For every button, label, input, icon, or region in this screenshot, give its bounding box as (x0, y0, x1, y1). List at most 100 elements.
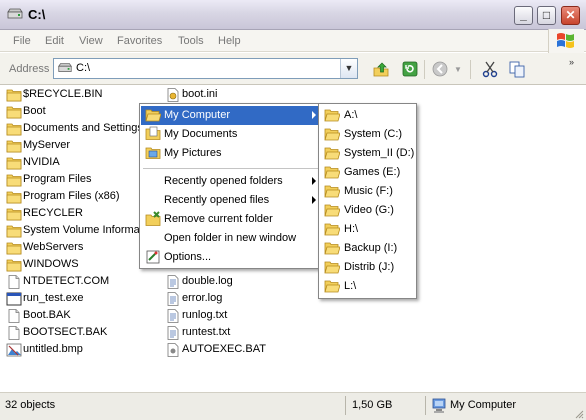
status-bar: 32 objects 1,50 GB My Computer (0, 392, 586, 420)
file-name: error.log (182, 292, 223, 304)
menu-item-label: Options... (164, 251, 212, 263)
drive-icon (7, 8, 23, 19)
menu-item-label: Remove current folder (164, 213, 273, 225)
menu-item-my-computer[interactable]: My Computer (141, 106, 320, 125)
file-name: untitled.bmp (23, 343, 83, 355)
submenu-arrow-icon (312, 196, 316, 204)
menu-view[interactable]: View (79, 35, 103, 47)
file-name: boot.ini (182, 88, 218, 100)
minimize-button[interactable]: _ (514, 6, 533, 25)
menu-bar: File Edit View Favorites Tools Help (0, 30, 586, 52)
folder-icon (6, 139, 22, 153)
close-button[interactable]: ✕ (561, 6, 580, 25)
file-item[interactable]: NVIDIA (6, 155, 156, 172)
address-label: Address (9, 63, 50, 75)
resize-grip-icon[interactable] (574, 409, 584, 419)
file-name: NVIDIA (23, 156, 60, 168)
submenu-arrow-icon (312, 177, 316, 185)
drive-folder-icon (324, 204, 340, 217)
file-item[interactable]: run_test.exe (6, 291, 156, 308)
copy-icon[interactable] (508, 60, 526, 78)
drive-label: Games (E:) (344, 166, 401, 178)
my-computer-icon (432, 398, 446, 413)
windows-logo-icon (548, 29, 584, 53)
file-item[interactable]: BOOTSECT.BAK (6, 325, 156, 342)
submenu-drive-item[interactable]: Games (E:) (320, 163, 415, 182)
submenu-drive-item[interactable]: H:\ (320, 220, 415, 239)
file-item[interactable]: AUTOEXEC.BAT (165, 342, 315, 359)
back-dropdown-icon[interactable]: ▼ (454, 65, 462, 74)
menu-favorites[interactable]: Favorites (117, 35, 162, 47)
submenu-drive-item[interactable]: Distrib (J:) (320, 258, 415, 277)
file-name: System Volume Informati (23, 224, 146, 236)
file-name: MyServer (23, 139, 71, 151)
file-item[interactable]: double.log (165, 274, 315, 291)
menu-file[interactable]: File (13, 35, 31, 47)
submenu-drive-item[interactable]: Video (G:) (320, 201, 415, 220)
file-item[interactable]: runtest.txt (165, 325, 315, 342)
config-icon (165, 88, 181, 102)
folder-icon (6, 190, 22, 204)
drive-label: A:\ (344, 109, 358, 121)
menu-item-my-pictures[interactable]: My Pictures (141, 144, 320, 163)
menu-item-recently-opened-files[interactable]: Recently opened files (141, 191, 320, 210)
file-item[interactable]: untitled.bmp (6, 342, 156, 359)
address-value: C:\ (76, 62, 91, 74)
file-item[interactable]: Boot.BAK (6, 308, 156, 325)
menu-tools[interactable]: Tools (178, 35, 204, 47)
menu-edit[interactable]: Edit (45, 35, 64, 47)
text-file-icon (165, 275, 181, 289)
file-item[interactable]: error.log (165, 291, 315, 308)
submenu-drive-item[interactable]: Backup (I:) (320, 239, 415, 258)
file-item[interactable]: Program Files (6, 172, 156, 189)
file-name: NTDETECT.COM (23, 275, 110, 287)
file-item[interactable]: boot.ini (165, 87, 315, 104)
drive-icon (58, 63, 72, 72)
drive-folder-icon (324, 261, 340, 274)
folder-icon (6, 241, 22, 255)
file-name: Program Files (x86) (23, 190, 120, 202)
folder-open-icon (145, 109, 161, 122)
exe-icon (6, 292, 22, 306)
file-item[interactable]: RECYCLER (6, 206, 156, 223)
file-name: runlog.txt (182, 309, 228, 321)
address-input[interactable]: C:\ ▼ (53, 58, 358, 79)
file-item[interactable]: NTDETECT.COM (6, 274, 156, 291)
menu-item-recently-opened-folders[interactable]: Recently opened folders (141, 172, 320, 191)
cut-icon[interactable] (481, 60, 499, 78)
file-item[interactable]: System Volume Informati (6, 223, 156, 240)
file-item[interactable]: WINDOWS (6, 257, 156, 274)
status-size: 1,50 GB (352, 399, 393, 411)
menu-item-open-folder-in-new-window[interactable]: Open folder in new window (141, 229, 320, 248)
drive-label: L:\ (344, 280, 357, 292)
file-item[interactable]: Documents and Settings (6, 121, 156, 138)
menu-item-my-documents[interactable]: My Documents (141, 125, 320, 144)
submenu-drive-item[interactable]: A:\ (320, 106, 415, 125)
file-item[interactable]: WebServers (6, 240, 156, 257)
folder-icon (6, 173, 22, 187)
up-folder-icon[interactable] (372, 60, 390, 78)
menu-item-options[interactable]: Options... (141, 248, 320, 267)
drive-folder-icon (324, 147, 340, 160)
toolbar-overflow-icon[interactable]: » (569, 57, 574, 67)
maximize-button[interactable]: □ (537, 6, 556, 25)
submenu-drive-item[interactable]: Music (F:) (320, 182, 415, 201)
back-icon[interactable] (431, 60, 449, 78)
refresh-icon[interactable] (401, 60, 419, 78)
menu-help[interactable]: Help (218, 35, 241, 47)
submenu-drive-item[interactable]: System (C:) (320, 125, 415, 144)
drive-label: Video (G:) (344, 204, 394, 216)
file-item[interactable]: runlog.txt (165, 308, 315, 325)
menu-item-remove-current-folder[interactable]: Remove current folder (141, 210, 320, 229)
file-item[interactable]: Boot (6, 104, 156, 121)
submenu-drive-item[interactable]: System_II (D:) (320, 144, 415, 163)
file-item[interactable]: MyServer (6, 138, 156, 155)
file-name: AUTOEXEC.BAT (182, 343, 266, 355)
text-file-icon (165, 292, 181, 306)
folder-icon (6, 156, 22, 170)
text-file-icon (165, 309, 181, 323)
submenu-drive-item[interactable]: L:\ (320, 277, 415, 296)
address-dropdown-button[interactable]: ▼ (340, 59, 357, 78)
file-item[interactable]: Program Files (x86) (6, 189, 156, 206)
file-item[interactable]: $RECYCLE.BIN (6, 87, 156, 104)
